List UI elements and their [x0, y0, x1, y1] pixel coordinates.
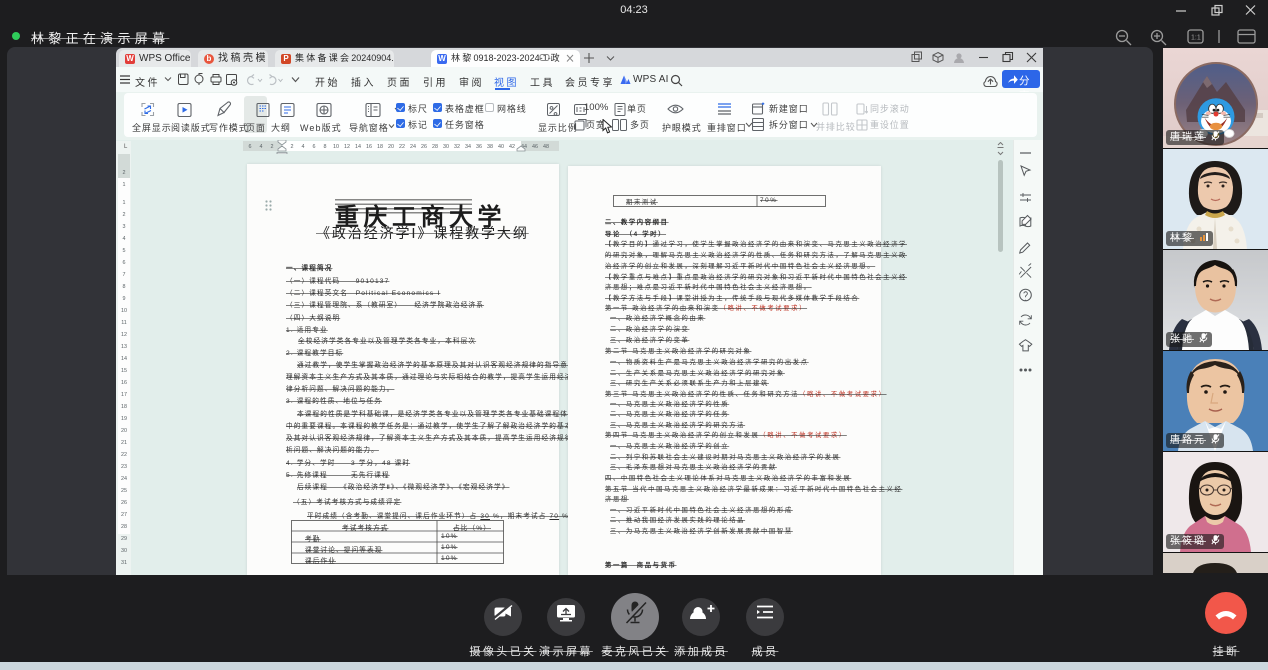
svg-text:32: 32 — [454, 144, 460, 150]
svg-text:24: 24 — [410, 144, 416, 150]
svg-text:6: 6 — [123, 260, 126, 266]
svg-text:15: 15 — [121, 368, 127, 374]
svg-text:19: 19 — [121, 416, 127, 422]
svg-text:7: 7 — [123, 272, 126, 278]
svg-text:26: 26 — [421, 144, 427, 150]
svg-text:20: 20 — [121, 428, 127, 434]
svg-text:27: 27 — [121, 512, 127, 518]
svg-text:4: 4 — [302, 144, 305, 150]
svg-text:2: 2 — [271, 144, 274, 150]
svg-text:11: 11 — [121, 320, 127, 326]
svg-text:4: 4 — [123, 236, 126, 242]
svg-text:5: 5 — [123, 248, 126, 254]
svg-text:25: 25 — [121, 488, 127, 494]
svg-text:40: 40 — [498, 144, 504, 150]
svg-text:17: 17 — [121, 392, 127, 398]
svg-text:20: 20 — [388, 144, 394, 150]
svg-text:36: 36 — [476, 144, 482, 150]
svg-text:16: 16 — [121, 380, 127, 386]
svg-text:1:1: 1:1 — [1191, 35, 1201, 42]
svg-text:3: 3 — [123, 224, 126, 230]
svg-text:13: 13 — [121, 344, 127, 350]
svg-text:30: 30 — [443, 144, 449, 150]
svg-text:31: 31 — [121, 560, 127, 566]
svg-text:1: 1 — [123, 182, 126, 188]
svg-text:10: 10 — [121, 308, 127, 314]
svg-text:38: 38 — [487, 144, 493, 150]
svg-text:28: 28 — [121, 524, 127, 530]
svg-text:10: 10 — [333, 144, 339, 150]
svg-text:2: 2 — [291, 144, 294, 150]
svg-text:34: 34 — [465, 144, 471, 150]
svg-text:46: 46 — [532, 144, 538, 150]
svg-text:1: 1 — [123, 200, 126, 206]
svg-text:21: 21 — [121, 440, 127, 446]
svg-text:9: 9 — [123, 296, 126, 302]
svg-text:22: 22 — [399, 144, 405, 150]
svg-text:8: 8 — [324, 144, 327, 150]
svg-text:2: 2 — [123, 212, 126, 218]
svg-text:28: 28 — [432, 144, 438, 150]
svg-text:18: 18 — [121, 404, 127, 410]
svg-text:29: 29 — [121, 536, 127, 542]
svg-text:26: 26 — [121, 500, 127, 506]
svg-text:12: 12 — [121, 332, 127, 338]
svg-text:48: 48 — [543, 144, 549, 150]
svg-text:14: 14 — [121, 356, 127, 362]
svg-text:30: 30 — [121, 548, 127, 554]
svg-text:16: 16 — [366, 144, 372, 150]
svg-text:6: 6 — [313, 144, 316, 150]
svg-text:14: 14 — [355, 144, 361, 150]
svg-text:8: 8 — [123, 284, 126, 290]
svg-text:12: 12 — [344, 144, 350, 150]
svg-text:22: 22 — [121, 452, 127, 458]
svg-text:18: 18 — [377, 144, 383, 150]
svg-text:2: 2 — [123, 170, 126, 176]
svg-text:4: 4 — [260, 144, 263, 150]
svg-text:6: 6 — [249, 144, 252, 150]
svg-text:24: 24 — [121, 476, 127, 482]
svg-text:23: 23 — [121, 464, 127, 470]
svg-text:42: 42 — [509, 144, 515, 150]
